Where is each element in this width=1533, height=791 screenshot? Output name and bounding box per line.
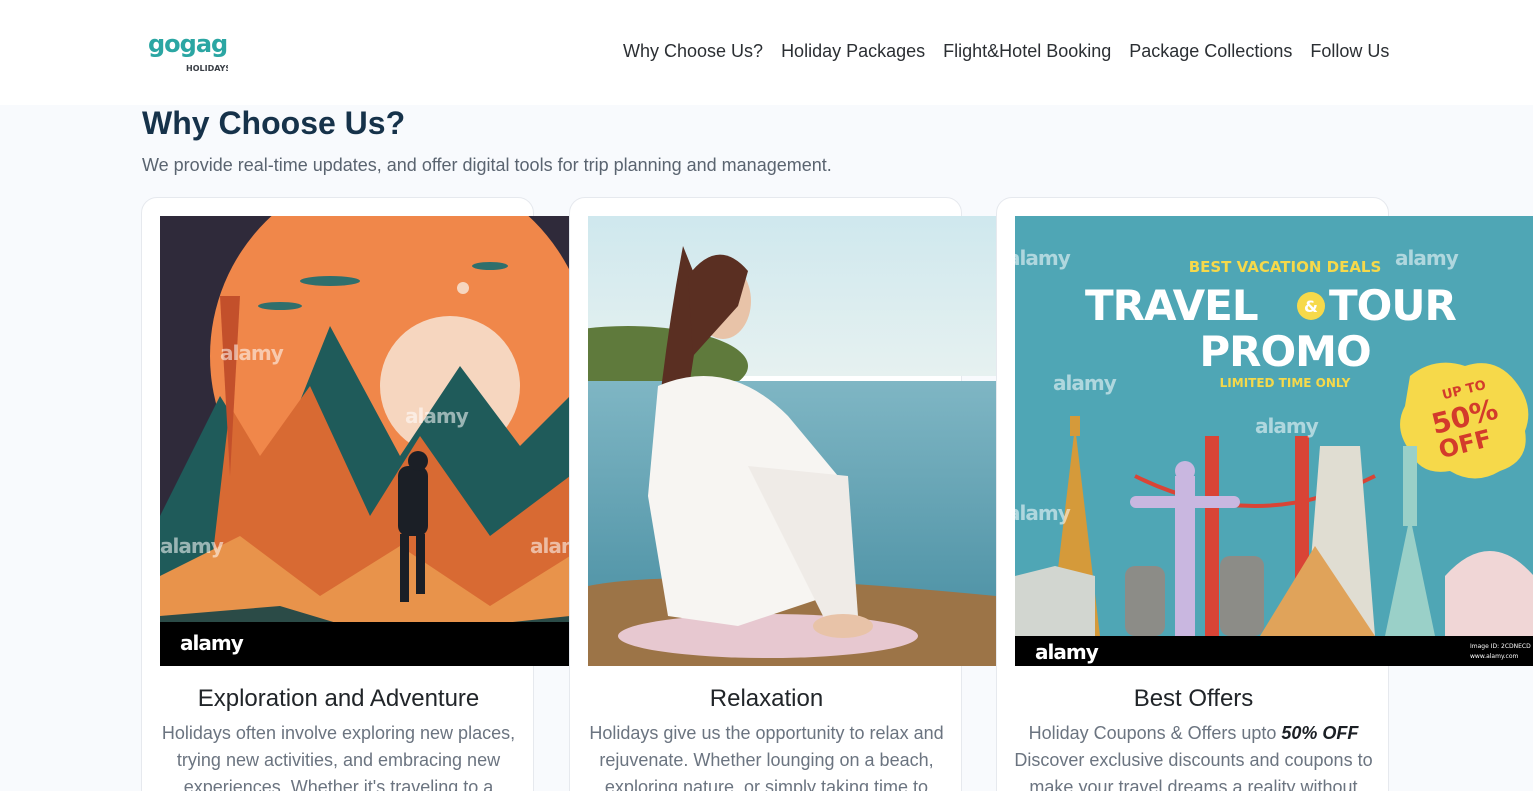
offer-prefix: Holiday Coupons & Offers upto	[1028, 723, 1282, 743]
card-title: Exploration and Adventure	[197, 685, 480, 712]
watermark: alamy	[220, 341, 284, 365]
svg-text:TRAVEL: TRAVEL	[1085, 281, 1258, 330]
card-title: Relaxation	[709, 685, 824, 712]
svg-text:HOLIDAYS: HOLIDAYS	[186, 64, 228, 73]
nav-flight-hotel-booking[interactable]: Flight&Hotel Booking	[943, 38, 1111, 64]
nav-why-choose-us[interactable]: Why Choose Us?	[623, 38, 763, 64]
main-nav: Why Choose Us? Holiday Packages Flight&H…	[623, 38, 1389, 64]
watermark: alamy	[1395, 246, 1459, 270]
card-best-offers: BEST VACATION DEALS TRAVEL & TOUR PROMO …	[996, 197, 1533, 791]
nav-holiday-packages[interactable]: Holiday Packages	[781, 38, 925, 64]
watermark: alamy	[1015, 246, 1071, 270]
brand-logo[interactable]: gogaga HOLIDAYS	[148, 26, 243, 76]
offer-rest: Discover exclusive discounts and coupons…	[1014, 750, 1373, 791]
watermark: alamy	[1035, 640, 1099, 664]
section-subtitle: We provide real-time updates, and offer …	[142, 155, 832, 175]
card-exploration: alamy alamy alamy alamy alamy Exploratio…	[141, 197, 570, 791]
card-description: Holidays give us the opportunity to rela…	[589, 723, 944, 791]
svg-text:gogaga: gogaga	[148, 30, 228, 58]
top-navbar: gogaga HOLIDAYS Why Choose Us? Holiday P…	[0, 0, 1533, 105]
nav-follow-us[interactable]: Follow Us	[1310, 38, 1389, 64]
svg-text:TOUR: TOUR	[1329, 281, 1456, 330]
exploration-image: alamy alamy alamy alamy alamy	[160, 216, 570, 666]
svg-text:&: &	[1304, 297, 1318, 316]
offer-discount: 50% OFF	[1281, 723, 1359, 743]
svg-text:LIMITED TIME ONLY: LIMITED TIME ONLY	[1220, 376, 1351, 390]
watermark: alamy	[160, 534, 224, 558]
nav-package-collections[interactable]: Package Collections	[1129, 38, 1292, 64]
image-credit-bar: alamy	[160, 622, 570, 666]
card-description: Holiday Coupons & Offers upto 50% OFF Di…	[1011, 720, 1376, 791]
watermark: alamy	[1015, 501, 1071, 525]
promo-image: BEST VACATION DEALS TRAVEL & TOUR PROMO …	[1015, 216, 1533, 666]
svg-text:www.alamy.com: www.alamy.com	[1470, 653, 1519, 660]
relaxation-image	[588, 216, 996, 666]
watermark: alamy	[405, 404, 469, 428]
svg-text:BEST VACATION DEALS: BEST VACATION DEALS	[1189, 258, 1382, 276]
card-relaxation: Relaxation Holidays give us the opportun…	[569, 197, 996, 791]
svg-text:Image ID: 2CDNECD: Image ID: 2CDNECD	[1470, 643, 1531, 650]
section-title: Why Choose Us?	[142, 105, 406, 141]
watermark: alamy	[530, 534, 570, 558]
watermark: alamy	[1053, 371, 1117, 395]
card-description: Holidays often involve exploring new pla…	[161, 723, 516, 791]
watermark: alamy	[1255, 414, 1319, 438]
svg-text:PROMO: PROMO	[1199, 327, 1370, 376]
card-title: Best Offers	[1133, 685, 1254, 712]
